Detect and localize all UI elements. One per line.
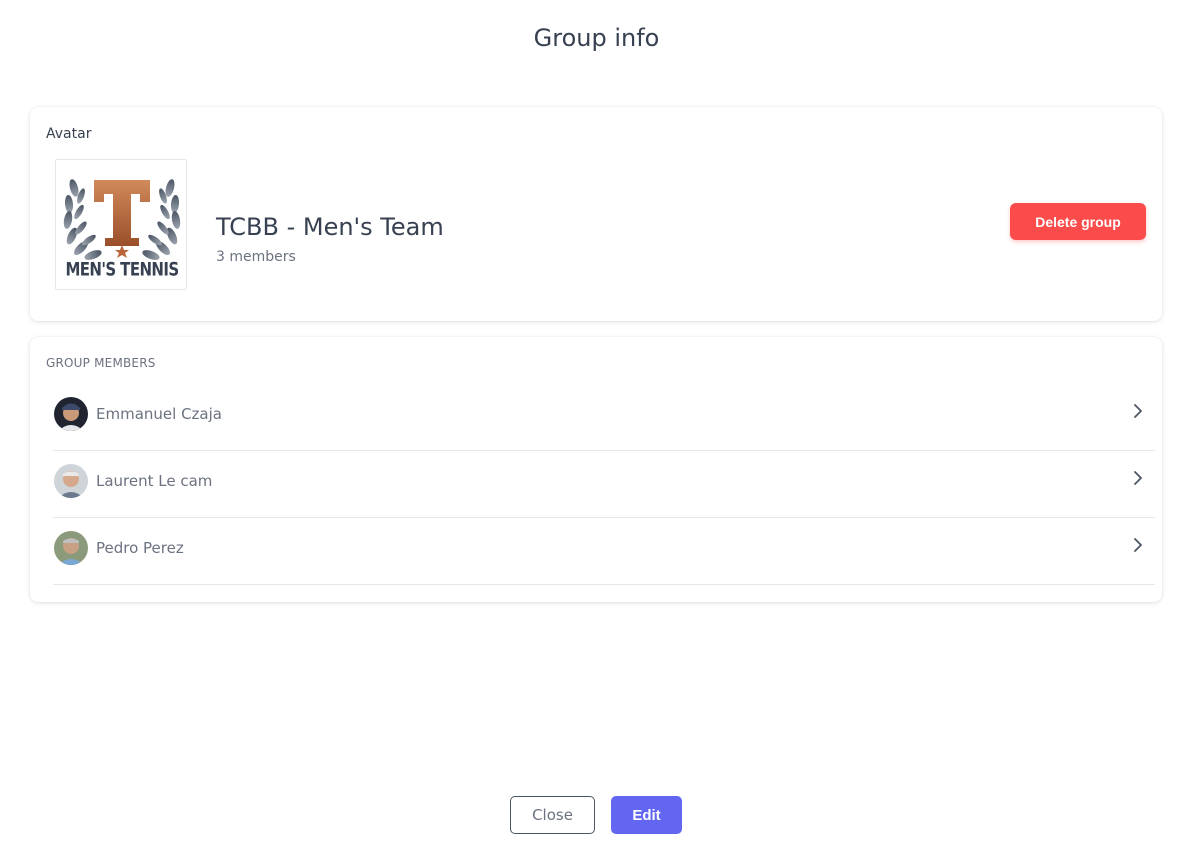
avatar: [54, 464, 88, 498]
avatar: [54, 397, 88, 431]
chevron-right-icon: [1134, 404, 1142, 418]
member-count: 3 members: [216, 249, 296, 265]
delete-group-button[interactable]: Delete group: [1010, 203, 1146, 240]
members-card: GROUP MEMBERS Emmanuel Czaja Laurent Le …: [30, 337, 1162, 602]
logo-text: MEN'S TENNIS: [65, 257, 179, 281]
edit-button[interactable]: Edit: [611, 796, 682, 834]
member-list: Emmanuel Czaja Laurent Le cam Pedro Pere…: [53, 384, 1155, 585]
close-button[interactable]: Close: [510, 796, 595, 834]
group-info-page: Group info Avatar MEN'S TENNIS TCBB - Me…: [0, 0, 1193, 857]
group-logo: MEN'S TENNIS: [55, 159, 187, 290]
chevron-right-icon: [1134, 471, 1142, 485]
member-name: Pedro Perez: [96, 539, 184, 557]
member-row-pedro-perez[interactable]: Pedro Perez: [53, 518, 1155, 585]
member-row-laurent-le-cam[interactable]: Laurent Le cam: [53, 451, 1155, 518]
member-row-emmanuel-czaja[interactable]: Emmanuel Czaja: [53, 384, 1155, 451]
member-name: Emmanuel Czaja: [96, 405, 222, 423]
member-name: Laurent Le cam: [96, 472, 213, 490]
group-members-label: GROUP MEMBERS: [46, 356, 156, 370]
avatar: [54, 531, 88, 565]
avatar-section-label: Avatar: [46, 126, 92, 142]
page-title: Group info: [533, 24, 660, 52]
chevron-right-icon: [1134, 538, 1142, 552]
group-name: TCBB - Men's Team: [216, 213, 444, 241]
avatar-card: Avatar MEN'S TENNIS TCBB - Men's Team 3 …: [30, 107, 1162, 321]
